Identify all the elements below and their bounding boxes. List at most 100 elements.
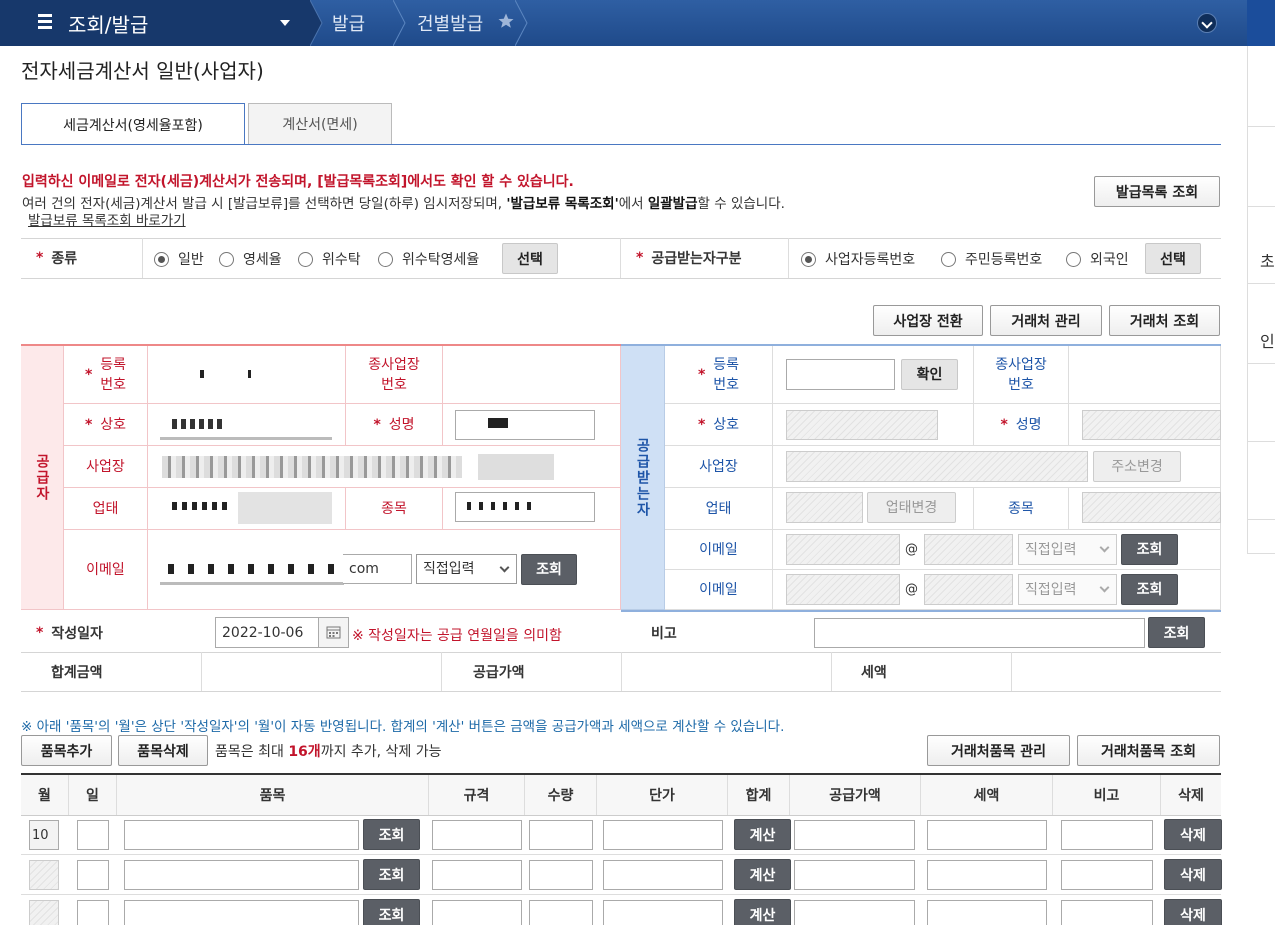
kind-consignment-zero-radio[interactable]: 위수탁영세율 (378, 249, 479, 269)
unit-price-input[interactable] (603, 900, 723, 925)
receiver-name-input[interactable] (1082, 410, 1221, 440)
col-sum: 합계 (728, 775, 790, 815)
foreigner-radio[interactable]: 외국인 (1066, 249, 1129, 269)
breadcrumb-issue[interactable]: 발급 (332, 0, 365, 46)
delete-row-button[interactable]: 삭제 (1164, 819, 1222, 850)
kind-consignment-radio[interactable]: 위수탁 (298, 249, 361, 269)
month-input[interactable]: 10 (29, 820, 59, 850)
write-date-input[interactable]: 2022-10-06 (215, 617, 319, 648)
resident-reg-radio[interactable]: 주민등록번호 (941, 249, 1042, 269)
table-row: 조회 계산 삭제 (21, 895, 1222, 925)
switch-workplace-button[interactable]: 사업장 전환 (873, 305, 983, 336)
supplier-sub-no-label: 종사업장 번호 (346, 346, 443, 404)
receiver-email2-lookup-button[interactable]: 조회 (1121, 574, 1178, 605)
add-item-button[interactable]: 품목추가 (21, 735, 112, 766)
receiver-confirm-button[interactable]: 확인 (901, 359, 958, 390)
unit-price-input[interactable] (603, 820, 723, 850)
lookup-partner-button[interactable]: 거래처 조회 (1109, 305, 1220, 336)
tax-input[interactable] (927, 820, 1047, 850)
note-input[interactable] (1061, 860, 1153, 890)
calculate-button[interactable]: 계산 (734, 899, 791, 925)
kind-zero-rate-radio[interactable]: 영세율 (219, 249, 282, 269)
issue-list-button[interactable]: 발급목록 조회 (1094, 176, 1220, 207)
biz-reg-radio[interactable]: 사업자등록번호 (801, 249, 915, 269)
lookup-partner-items-button[interactable]: 거래처품목 조회 (1077, 735, 1220, 766)
month-input[interactable] (29, 900, 59, 925)
breadcrumb-separator-icon (310, 0, 323, 46)
write-date-note: ※ 작성일자는 공급 연월일을 의미함 (352, 628, 562, 644)
item-lookup-button[interactable]: 조회 (363, 819, 420, 850)
qty-input[interactable] (529, 860, 593, 890)
spec-input[interactable] (432, 860, 522, 890)
calendar-icon[interactable] (318, 617, 349, 648)
manage-partner-items-button[interactable]: 거래처품목 관리 (927, 735, 1070, 766)
calculate-button[interactable]: 계산 (734, 859, 791, 890)
supplier-email-lookup-button[interactable]: 조회 (521, 554, 577, 585)
note-input[interactable] (1061, 820, 1153, 850)
supply-input[interactable] (794, 900, 915, 925)
receiver-email2-domain-input[interactable] (924, 574, 1013, 605)
memo-input[interactable] (814, 618, 1145, 648)
page-title: 전자세금계산서 일반(사업자) (21, 59, 264, 83)
day-input[interactable] (77, 860, 109, 890)
remove-item-button[interactable]: 품목삭제 (118, 735, 208, 766)
col-unit-price: 단가 (597, 775, 728, 815)
supply-input[interactable] (794, 860, 915, 890)
note-input[interactable] (1061, 900, 1153, 925)
change-biz-type-button[interactable]: 업태변경 (867, 492, 956, 523)
tax-input[interactable] (927, 860, 1047, 890)
receiver-email2-select[interactable]: 직접입력 (1018, 574, 1117, 605)
supplier-email-select[interactable]: 직접입력 (416, 554, 517, 584)
qty-input[interactable] (529, 900, 593, 925)
item-lookup-button[interactable]: 조회 (363, 899, 420, 925)
receiver-company-input[interactable] (786, 410, 938, 440)
breadcrumb-separator-icon (515, 0, 528, 46)
held-list-link[interactable]: 발급보류 목록조회 바로가기 (28, 209, 186, 229)
receiver-email1-id-input[interactable] (786, 534, 900, 565)
receiver-reg-no-input[interactable] (786, 359, 895, 390)
star-icon[interactable] (497, 12, 515, 30)
spec-input[interactable] (432, 820, 522, 850)
receiver-email1-domain-input[interactable] (924, 534, 1013, 565)
item-input[interactable] (124, 900, 359, 925)
spec-input[interactable] (432, 900, 522, 925)
kind-general-radio[interactable]: 일반 (154, 249, 204, 269)
day-input[interactable] (77, 820, 109, 850)
col-tax: 세액 (921, 775, 1053, 815)
menu-dropdown[interactable]: 조회/발급 (0, 0, 310, 46)
item-lookup-button[interactable]: 조회 (363, 859, 420, 890)
supplier-email-domain[interactable]: com (343, 554, 412, 584)
side-char: 인 (1260, 332, 1275, 351)
item-input[interactable] (124, 820, 359, 850)
collapse-icon[interactable] (1197, 13, 1217, 33)
tab-tax-invoice[interactable]: 세금계산서(영세율포함) (21, 103, 245, 145)
side-char: 초 (1260, 252, 1275, 271)
day-input[interactable] (77, 900, 109, 925)
col-qty: 수량 (525, 775, 597, 815)
manage-partner-button[interactable]: 거래처 관리 (990, 305, 1102, 336)
change-address-button[interactable]: 주소변경 (1093, 451, 1181, 482)
receiver-email2-id-input[interactable] (786, 574, 900, 605)
unit-price-input[interactable] (603, 860, 723, 890)
tab-invoice[interactable]: 계산서(면세) (248, 103, 392, 145)
qty-input[interactable] (529, 820, 593, 850)
item-input[interactable] (124, 860, 359, 890)
delete-row-button[interactable]: 삭제 (1164, 899, 1222, 925)
month-input[interactable] (29, 860, 59, 890)
supply-input[interactable] (794, 820, 915, 850)
kind-select-button[interactable]: 선택 (502, 243, 558, 274)
receiver-email1-lookup-button[interactable]: 조회 (1121, 534, 1178, 565)
receiver-biz-type-input[interactable] (786, 492, 863, 523)
supplier-biz-type-value (148, 488, 346, 530)
breadcrumb-single-issue[interactable]: 건별발급 (417, 0, 483, 46)
receiver-email1-select[interactable]: 직접입력 (1018, 534, 1117, 565)
receiver-type-select-button[interactable]: 선택 (1145, 243, 1201, 274)
receiver-address-input[interactable] (786, 451, 1088, 482)
receiver-type-label: * 공급받는자구분 (636, 250, 742, 267)
tax-input[interactable] (927, 900, 1047, 925)
calculate-button[interactable]: 계산 (734, 819, 791, 850)
receiver-item-input[interactable] (1082, 492, 1221, 523)
memo-lookup-button[interactable]: 조회 (1148, 617, 1205, 648)
delete-row-button[interactable]: 삭제 (1164, 859, 1222, 890)
hamburger-icon (38, 14, 52, 32)
